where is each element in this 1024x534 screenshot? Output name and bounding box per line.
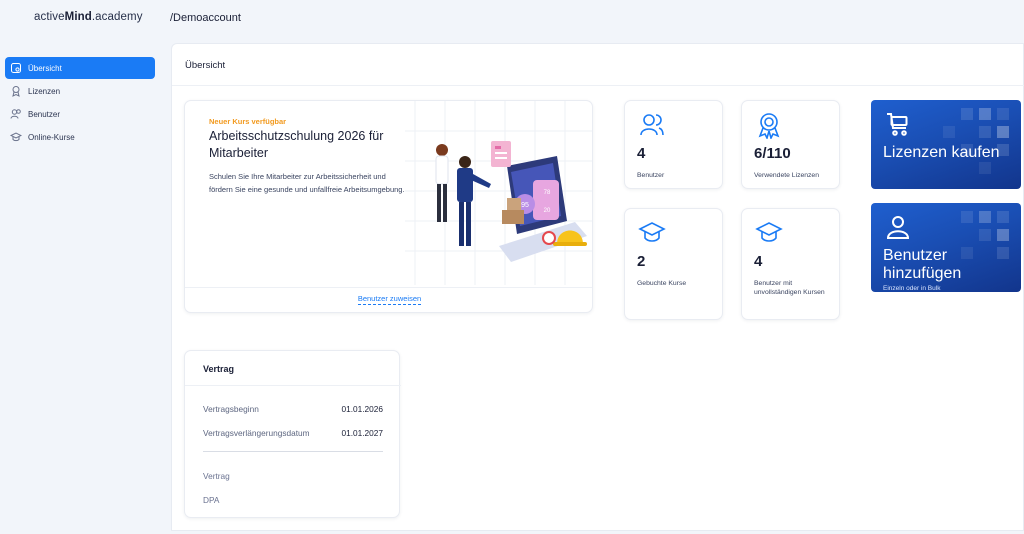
tile-sublabel: Einzeln oder in Bulk	[883, 285, 941, 292]
divider	[172, 85, 1024, 86]
assign-users-link[interactable]: Benutzer zuweisen	[357, 294, 422, 305]
stat-card-licenses[interactable]: 6/110 Verwendete Lizenzen	[741, 100, 840, 189]
illustration-badge: 20	[544, 208, 551, 214]
license-icon	[12, 86, 20, 97]
users-icon	[10, 109, 21, 119]
sidebar-item-online-kurse[interactable]: Online-Kurse	[5, 126, 155, 148]
stat-card-incomplete-courses[interactable]: 4 Benutzer mit unvollständigen Kursen	[741, 208, 840, 320]
graduation-cap-icon	[755, 222, 783, 242]
contract-row: Vertragsbeginn 01.01.2026	[203, 404, 383, 414]
main-panel: Übersicht Neuer Kurs verfügbar Arbeitssc…	[171, 43, 1024, 531]
stat-label: Verwendete Lizenzen	[754, 172, 819, 179]
stat-value: 6/110	[754, 145, 791, 162]
sidebar-item-uebersicht[interactable]: Übersicht	[5, 57, 155, 79]
contract-document-link[interactable]: Vertrag	[203, 471, 230, 481]
new-course-badge: Neuer Kurs verfügbar	[209, 117, 287, 126]
stat-label: Benutzer mit unvollständigen Kursen	[754, 280, 825, 296]
contract-title: Vertrag	[203, 364, 235, 374]
sidebar-item-label: Übersicht	[28, 63, 62, 73]
sidebar-item-label: Benutzer	[28, 109, 61, 119]
user-plus-icon	[886, 216, 910, 239]
sidebar-item-label: Online-Kurse	[28, 132, 75, 142]
stat-value: 2	[637, 253, 646, 270]
tile-label: Benutzer hinzufügen	[883, 247, 962, 282]
stat-card-booked-courses[interactable]: 2 Gebuchte Kurse	[624, 208, 723, 320]
app-logo[interactable]: activeMind.academy	[34, 11, 143, 23]
course-icon	[10, 132, 22, 142]
contract-row: Vertragsverlängerungsdatum 01.01.2027	[203, 428, 383, 438]
top-bar: activeMind.academy /Demoaccount	[0, 0, 1024, 38]
divider	[185, 385, 401, 386]
new-course-card: Neuer Kurs verfügbar Arbeitsschutzschulu…	[184, 100, 593, 313]
stat-card-users[interactable]: 4 Benutzer	[624, 100, 723, 189]
dashboard-icon	[11, 63, 21, 73]
course-title: Arbeitsschutzschulung 2026 für Mitarbeit…	[209, 129, 384, 160]
course-description: Schulen Sie Ihre Mitarbeiter zur Arbeits…	[209, 172, 405, 194]
contract-row-label: Vertragsbeginn	[203, 404, 259, 414]
users-icon	[640, 114, 664, 136]
contract-row-label: Vertragsverlängerungsdatum	[203, 428, 310, 438]
illustration-badge: 78	[544, 190, 551, 196]
illustration-badge: 95	[521, 202, 529, 209]
page-title: Übersicht	[185, 60, 226, 71]
assign-users-link-wrapper: Benutzer zuweisen	[185, 294, 592, 305]
buy-licenses-tile[interactable]: Lizenzen kaufen	[871, 100, 1021, 189]
breadcrumb: /Demoaccount	[170, 12, 241, 24]
cart-icon	[887, 113, 908, 136]
divider	[203, 451, 383, 452]
add-users-tile[interactable]: Benutzer hinzufügen Einzeln oder in Bulk	[871, 203, 1021, 292]
tile-label: Lizenzen kaufen	[883, 144, 1000, 161]
sidebar-item-benutzer[interactable]: Benutzer	[5, 103, 155, 125]
divider	[185, 287, 592, 288]
stat-label: Benutzer	[637, 172, 665, 179]
course-illustration: 95 78 20	[435, 141, 587, 262]
dpa-document-link[interactable]: DPA	[203, 495, 219, 505]
sidebar: Übersicht Lizenzen Benutzer Online-Kurse	[0, 38, 166, 534]
award-icon	[758, 113, 780, 139]
sidebar-item-lizenzen[interactable]: Lizenzen	[5, 80, 155, 102]
sidebar-item-label: Lizenzen	[28, 86, 61, 96]
stat-label: Gebuchte Kurse	[637, 280, 687, 287]
stat-value: 4	[754, 253, 763, 270]
stat-value: 4	[637, 145, 646, 162]
contract-row-value: 01.01.2027	[341, 428, 383, 438]
contract-row-value: 01.01.2026	[341, 404, 383, 414]
contract-card: Vertrag Vertragsbeginn 01.01.2026 Vertra…	[184, 350, 401, 518]
graduation-cap-icon	[638, 222, 666, 242]
